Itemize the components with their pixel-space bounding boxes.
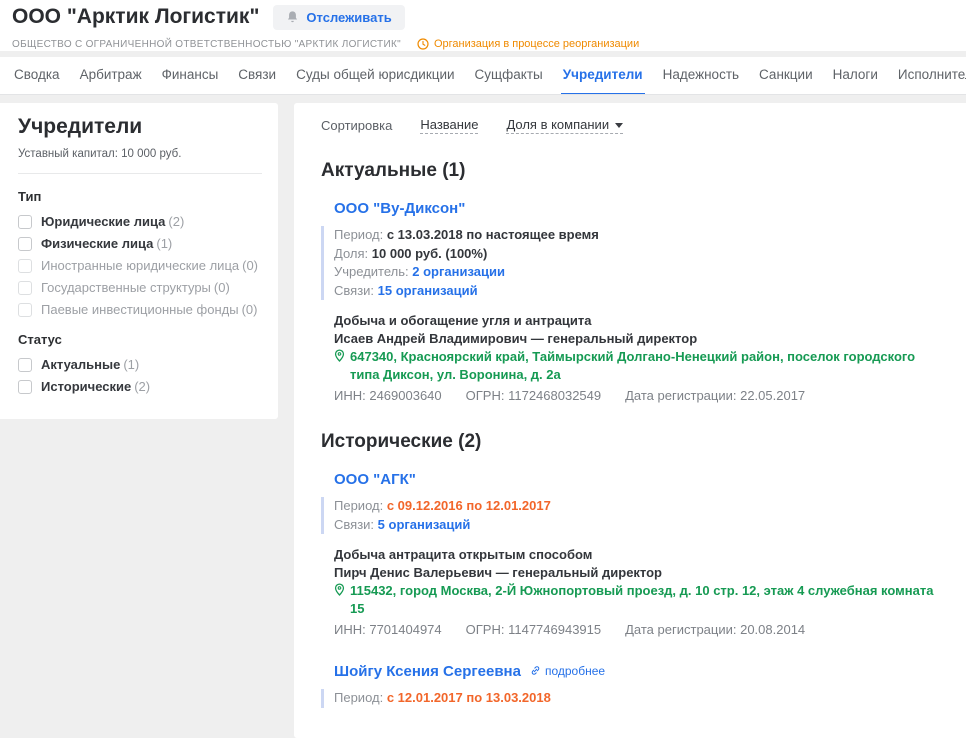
company-full-name: ОБЩЕСТВО С ОГРАНИЧЕННОЙ ОТВЕТСТВЕННОСТЬЮ… (12, 39, 401, 50)
checkbox[interactable] (18, 215, 32, 229)
sidebar-title: Учредители (18, 115, 262, 139)
address-line: 115432, город Москва, 2-Й Южнопортовый п… (334, 582, 946, 618)
director-line: Исаев Андрей Владимирович — генеральный … (334, 330, 946, 348)
tab-sudy-obschey-yurisdikcii[interactable]: Суды общей юрисдикции (294, 57, 456, 94)
filter-historical[interactable]: Исторические(2) (18, 379, 262, 394)
checkbox (18, 281, 32, 295)
link-icon (530, 665, 541, 676)
period-block: Период: с 12.01.2017 по 13.03.2018 (321, 689, 946, 708)
relations-link[interactable]: 15 организаций (378, 283, 478, 298)
bell-icon (286, 10, 299, 24)
founder-company-link[interactable]: ООО "Ву-Диксон" (334, 200, 465, 217)
company-info-block: Добыча антрацита открытым способом Пирч … (334, 546, 946, 639)
inn-value: ИНН: 2469003640 (334, 387, 442, 405)
sort-label: Сортировка (321, 118, 392, 133)
location-pin-icon (334, 583, 345, 596)
ogrn-value: ОГРН: 1147746943915 (466, 621, 601, 639)
filter-heading-status: Статус (18, 332, 262, 347)
tab-suschfakty[interactable]: Сущфакты (473, 57, 545, 94)
tab-arbitrazh[interactable]: Арбитраж (78, 57, 144, 94)
filter-state-structures: Государственные структуры(0) (18, 280, 262, 295)
charter-capital: Уставный капитал: 10 000 руб. (18, 148, 262, 174)
ogrn-value: ОГРН: 1172468032549 (466, 387, 601, 405)
filter-individuals[interactable]: Физические лица(1) (18, 236, 262, 251)
founder-orgs-link[interactable]: 2 организации (412, 264, 505, 279)
founder-person-link[interactable]: Шойгу Ксения Сергеевна (334, 663, 521, 680)
period-block: Период: с 09.12.2016 по 12.01.2017 Связи… (321, 497, 946, 534)
checkbox (18, 303, 32, 317)
period-value: с 13.03.2018 по настоящее время (387, 227, 599, 242)
tab-svyazi[interactable]: Связи (236, 57, 278, 94)
checkbox (18, 259, 32, 273)
director-line: Пирч Денис Валерьевич — генеральный дире… (334, 564, 946, 582)
content-area: Учредители Уставный капитал: 10 000 руб.… (0, 95, 966, 738)
sort-row: Сортировка Название Доля в компании (321, 117, 946, 134)
tab-nadezhnost[interactable]: Надежность (661, 57, 741, 94)
reg-date-value: Дата регистрации: 22.05.2017 (625, 387, 805, 405)
filter-heading-type: Тип (18, 189, 262, 204)
sort-by-share[interactable]: Доля в компании (506, 117, 623, 134)
inn-value: ИНН: 7701404974 (334, 621, 442, 639)
follow-button[interactable]: Отслеживать (273, 5, 404, 30)
activity-line: Добыча и обогащение угля и антрацита (334, 312, 946, 330)
caret-down-icon (615, 123, 623, 128)
tab-bar: Сводка Арбитраж Финансы Связи Суды общей… (0, 57, 966, 95)
tab-ispolnitelnye-proizvodstva[interactable]: Исполнительные производства (896, 57, 966, 94)
filters-sidebar: Учредители Уставный капитал: 10 000 руб.… (0, 103, 278, 419)
tab-nalogi[interactable]: Налоги (831, 57, 880, 94)
section-historical-title: Исторические (2) (321, 431, 946, 453)
reorg-status-badge: Организация в процессе реорганизации (417, 38, 639, 50)
tab-svodka[interactable]: Сводка (12, 57, 62, 94)
tab-uchrediteli[interactable]: Учредители (561, 57, 645, 95)
company-title: ООО "Арктик Логистик" (12, 5, 259, 29)
section-actual-title: Актуальные (1) (321, 160, 946, 182)
entry-vu-dikson: ООО "Ву-Диксон" Период: с 13.03.2018 по … (334, 200, 946, 405)
follow-button-label: Отслеживать (306, 10, 391, 25)
founders-panel: Сортировка Название Доля в компании Акту… (294, 103, 966, 738)
page-header: ООО "Арктик Логистик" Отслеживать ОБЩЕСТ… (0, 0, 966, 51)
checkbox[interactable] (18, 358, 32, 372)
reorg-clock-icon (417, 38, 429, 50)
reorg-status-label: Организация в процессе реорганизации (434, 38, 639, 50)
relations-link[interactable]: 5 организаций (378, 517, 471, 532)
filter-foreign-legal-entities: Иностранные юридические лица(0) (18, 258, 262, 273)
period-block: Период: с 13.03.2018 по настоящее время … (321, 226, 946, 300)
period-value: с 09.12.2016 по 12.01.2017 (387, 498, 551, 513)
entry-shoygu: Шойгу Ксения Сергеевна подробнее Период:… (334, 663, 946, 708)
checkbox[interactable] (18, 237, 32, 251)
sort-by-name[interactable]: Название (420, 117, 478, 134)
more-details-link[interactable]: подробнее (530, 664, 605, 678)
registry-meta-row: ИНН: 2469003640 ОГРН: 1172468032549 Дата… (334, 387, 946, 405)
activity-line: Добыча антрацита открытым способом (334, 546, 946, 564)
checkbox[interactable] (18, 380, 32, 394)
filter-legal-entities[interactable]: Юридические лица(2) (18, 214, 262, 229)
tab-sankcii[interactable]: Санкции (757, 57, 815, 94)
filter-actual[interactable]: Актуальные(1) (18, 357, 262, 372)
reg-date-value: Дата регистрации: 20.08.2014 (625, 621, 805, 639)
entry-agk: ООО "АГК" Период: с 09.12.2016 по 12.01.… (334, 471, 946, 639)
filter-investment-funds: Паевые инвестиционные фонды(0) (18, 302, 262, 317)
registry-meta-row: ИНН: 7701404974 ОГРН: 1147746943915 Дата… (334, 621, 946, 639)
period-value: с 12.01.2017 по 13.03.2018 (387, 690, 551, 705)
tab-finansy[interactable]: Финансы (160, 57, 221, 94)
company-info-block: Добыча и обогащение угля и антрацита Иса… (334, 312, 946, 405)
address-line: 647340, Красноярский край, Таймырский До… (334, 348, 946, 384)
share-value: 10 000 руб. (100%) (372, 246, 488, 261)
location-pin-icon (334, 349, 345, 362)
founder-company-link[interactable]: ООО "АГК" (334, 471, 416, 488)
